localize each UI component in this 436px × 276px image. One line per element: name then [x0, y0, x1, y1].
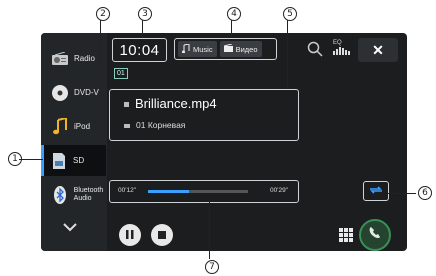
folder-icon	[124, 123, 130, 128]
search-icon[interactable]	[307, 41, 323, 62]
chevron-down-icon[interactable]	[63, 219, 77, 235]
tab-video-label: Видео	[235, 44, 258, 54]
file-icon	[124, 102, 129, 108]
progress-fill	[148, 190, 189, 193]
eq-bars-icon	[333, 47, 350, 55]
leader-line-4	[231, 20, 232, 38]
music-note-icon	[51, 117, 69, 136]
radio-icon	[51, 50, 69, 68]
keypad-grid-icon[interactable]	[339, 228, 353, 242]
video-icon	[223, 43, 233, 54]
source-bluetooth-label: Bluetooth Audio	[73, 186, 104, 202]
pause-icon	[126, 226, 134, 244]
pause-button[interactable]	[119, 224, 141, 246]
sd-card-icon	[50, 152, 68, 170]
track-number: 01	[114, 68, 128, 79]
leader-line-3	[142, 20, 143, 38]
tab-music[interactable]: Music	[178, 41, 217, 57]
head-unit-screen: Radio DVD-V iPod SD Bluetooth Audio 10:0…	[41, 33, 407, 251]
stop-button[interactable]	[151, 224, 173, 246]
source-sd-label: SD	[73, 156, 85, 165]
elapsed-time: 00'12"	[118, 187, 137, 194]
leader-line-2	[100, 20, 101, 67]
file-name-row: Brilliance.mp4	[124, 96, 217, 111]
leader-line-7	[209, 201, 210, 259]
source-radio-label: Radio	[74, 54, 95, 63]
source-sidebar: Radio DVD-V iPod SD Bluetooth Audio	[41, 33, 107, 251]
stop-icon	[158, 226, 166, 244]
tab-music-label: Music	[193, 44, 213, 54]
track-info-panel: Brilliance.mp4 01 Корневая	[109, 89, 299, 141]
media-type-tabs: Music Видео	[174, 38, 277, 60]
callout-2: 2	[96, 7, 110, 21]
close-icon: ✕	[372, 41, 384, 58]
close-button[interactable]: ✕	[358, 38, 398, 62]
source-ipod-label: iPod	[74, 122, 91, 131]
file-name: Brilliance.mp4	[135, 96, 217, 111]
callout-7: 7	[205, 260, 219, 274]
clock: 10:04	[112, 38, 167, 62]
source-dvd[interactable]: DVD-V	[45, 77, 107, 108]
source-dvd-label: DVD-V	[74, 88, 99, 97]
callout-3: 3	[138, 7, 152, 21]
progress-bar[interactable]	[148, 190, 248, 193]
callout-5: 5	[283, 7, 297, 21]
repeat-icon	[368, 182, 384, 200]
source-sd[interactable]: SD	[41, 145, 106, 176]
phone-icon	[368, 226, 382, 245]
eq-button[interactable]: EQ	[333, 40, 351, 57]
leader-line-6	[388, 193, 416, 194]
tab-video[interactable]: Видео	[219, 41, 262, 57]
folder-name: 01 Корневая	[136, 120, 186, 130]
leader-line-1	[19, 159, 43, 160]
music-icon	[182, 42, 190, 55]
source-radio[interactable]: Radio	[45, 43, 107, 74]
callout-6: 6	[418, 186, 432, 200]
source-bluetooth[interactable]: Bluetooth Audio	[45, 179, 107, 210]
playback-progress: 00'12" 00'29"	[109, 180, 299, 203]
phone-button[interactable]	[359, 219, 391, 251]
total-time: 00'29"	[269, 187, 288, 194]
bluetooth-icon	[51, 185, 69, 204]
folder-name-row: 01 Корневая	[124, 120, 185, 130]
repeat-button[interactable]	[363, 181, 389, 201]
leader-line-5	[287, 20, 288, 89]
callout-4: 4	[227, 7, 241, 21]
disc-icon	[51, 84, 69, 102]
source-ipod[interactable]: iPod	[45, 111, 107, 142]
